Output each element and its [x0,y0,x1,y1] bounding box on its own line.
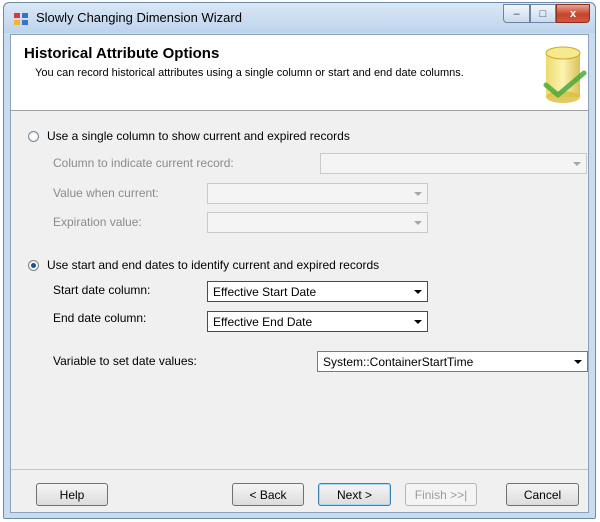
page-header: Historical Attribute Options You can rec… [11,35,588,111]
end-date-value: Effective End Date [213,315,313,329]
date-range-label: Use start and end dates to identify curr… [47,258,380,272]
footer-divider [11,469,588,470]
minimize-icon: – [513,7,520,20]
help-button[interactable]: Help [36,483,108,506]
maximize-button[interactable]: □ [530,4,556,23]
finish-button[interactable]: Finish >>| [405,483,477,506]
close-button[interactable]: x [556,4,590,23]
wizard-app-icon [14,13,28,25]
chevron-down-icon [414,221,422,225]
variable-label: Variable to set date values: [53,354,197,368]
variable-value: System::ContainerStartTime [323,355,474,369]
title-bar[interactable]: Slowly Changing Dimension Wizard – □ x [4,3,595,33]
variable-dropdown[interactable]: System::ContainerStartTime [317,351,588,372]
window-title: Slowly Changing Dimension Wizard [36,10,242,25]
current-record-label: Column to indicate current record: [53,156,234,170]
chevron-down-icon [414,320,422,324]
end-date-label: End date column: [53,311,147,325]
page-description: You can record historical attributes usi… [35,67,464,79]
value-when-current-label: Value when current: [53,186,159,200]
chevron-down-icon [414,192,422,196]
single-column-radio[interactable] [28,130,39,142]
page-title: Historical Attribute Options [24,45,220,62]
start-date-value: Effective Start Date [213,285,317,299]
next-button[interactable]: Next > [318,483,391,506]
close-icon: x [569,7,577,20]
chevron-down-icon [414,290,422,294]
cylinder-check-icon [543,46,587,103]
end-date-dropdown[interactable]: Effective End Date [207,311,428,332]
start-date-dropdown[interactable]: Effective Start Date [207,281,428,302]
minimize-button[interactable]: – [503,4,530,23]
date-range-radio[interactable] [28,259,39,271]
chevron-down-icon [574,360,582,364]
value-when-current-dropdown[interactable] [207,183,428,204]
wizard-page: Historical Attribute Options You can rec… [10,34,589,513]
current-record-dropdown[interactable] [320,153,587,174]
maximize-icon: □ [539,7,547,20]
back-button[interactable]: < Back [232,483,304,506]
expiration-value-dropdown[interactable] [207,212,428,233]
start-date-label: Start date column: [53,283,151,297]
single-column-option[interactable]: Use a single column to show current and … [28,129,350,143]
single-column-label: Use a single column to show current and … [47,129,350,143]
expiration-value-label: Expiration value: [53,215,142,229]
date-range-option[interactable]: Use start and end dates to identify curr… [28,258,379,272]
chevron-down-icon [573,162,581,166]
cancel-button[interactable]: Cancel [506,483,579,506]
wizard-window: Slowly Changing Dimension Wizard – □ x H… [3,2,596,519]
